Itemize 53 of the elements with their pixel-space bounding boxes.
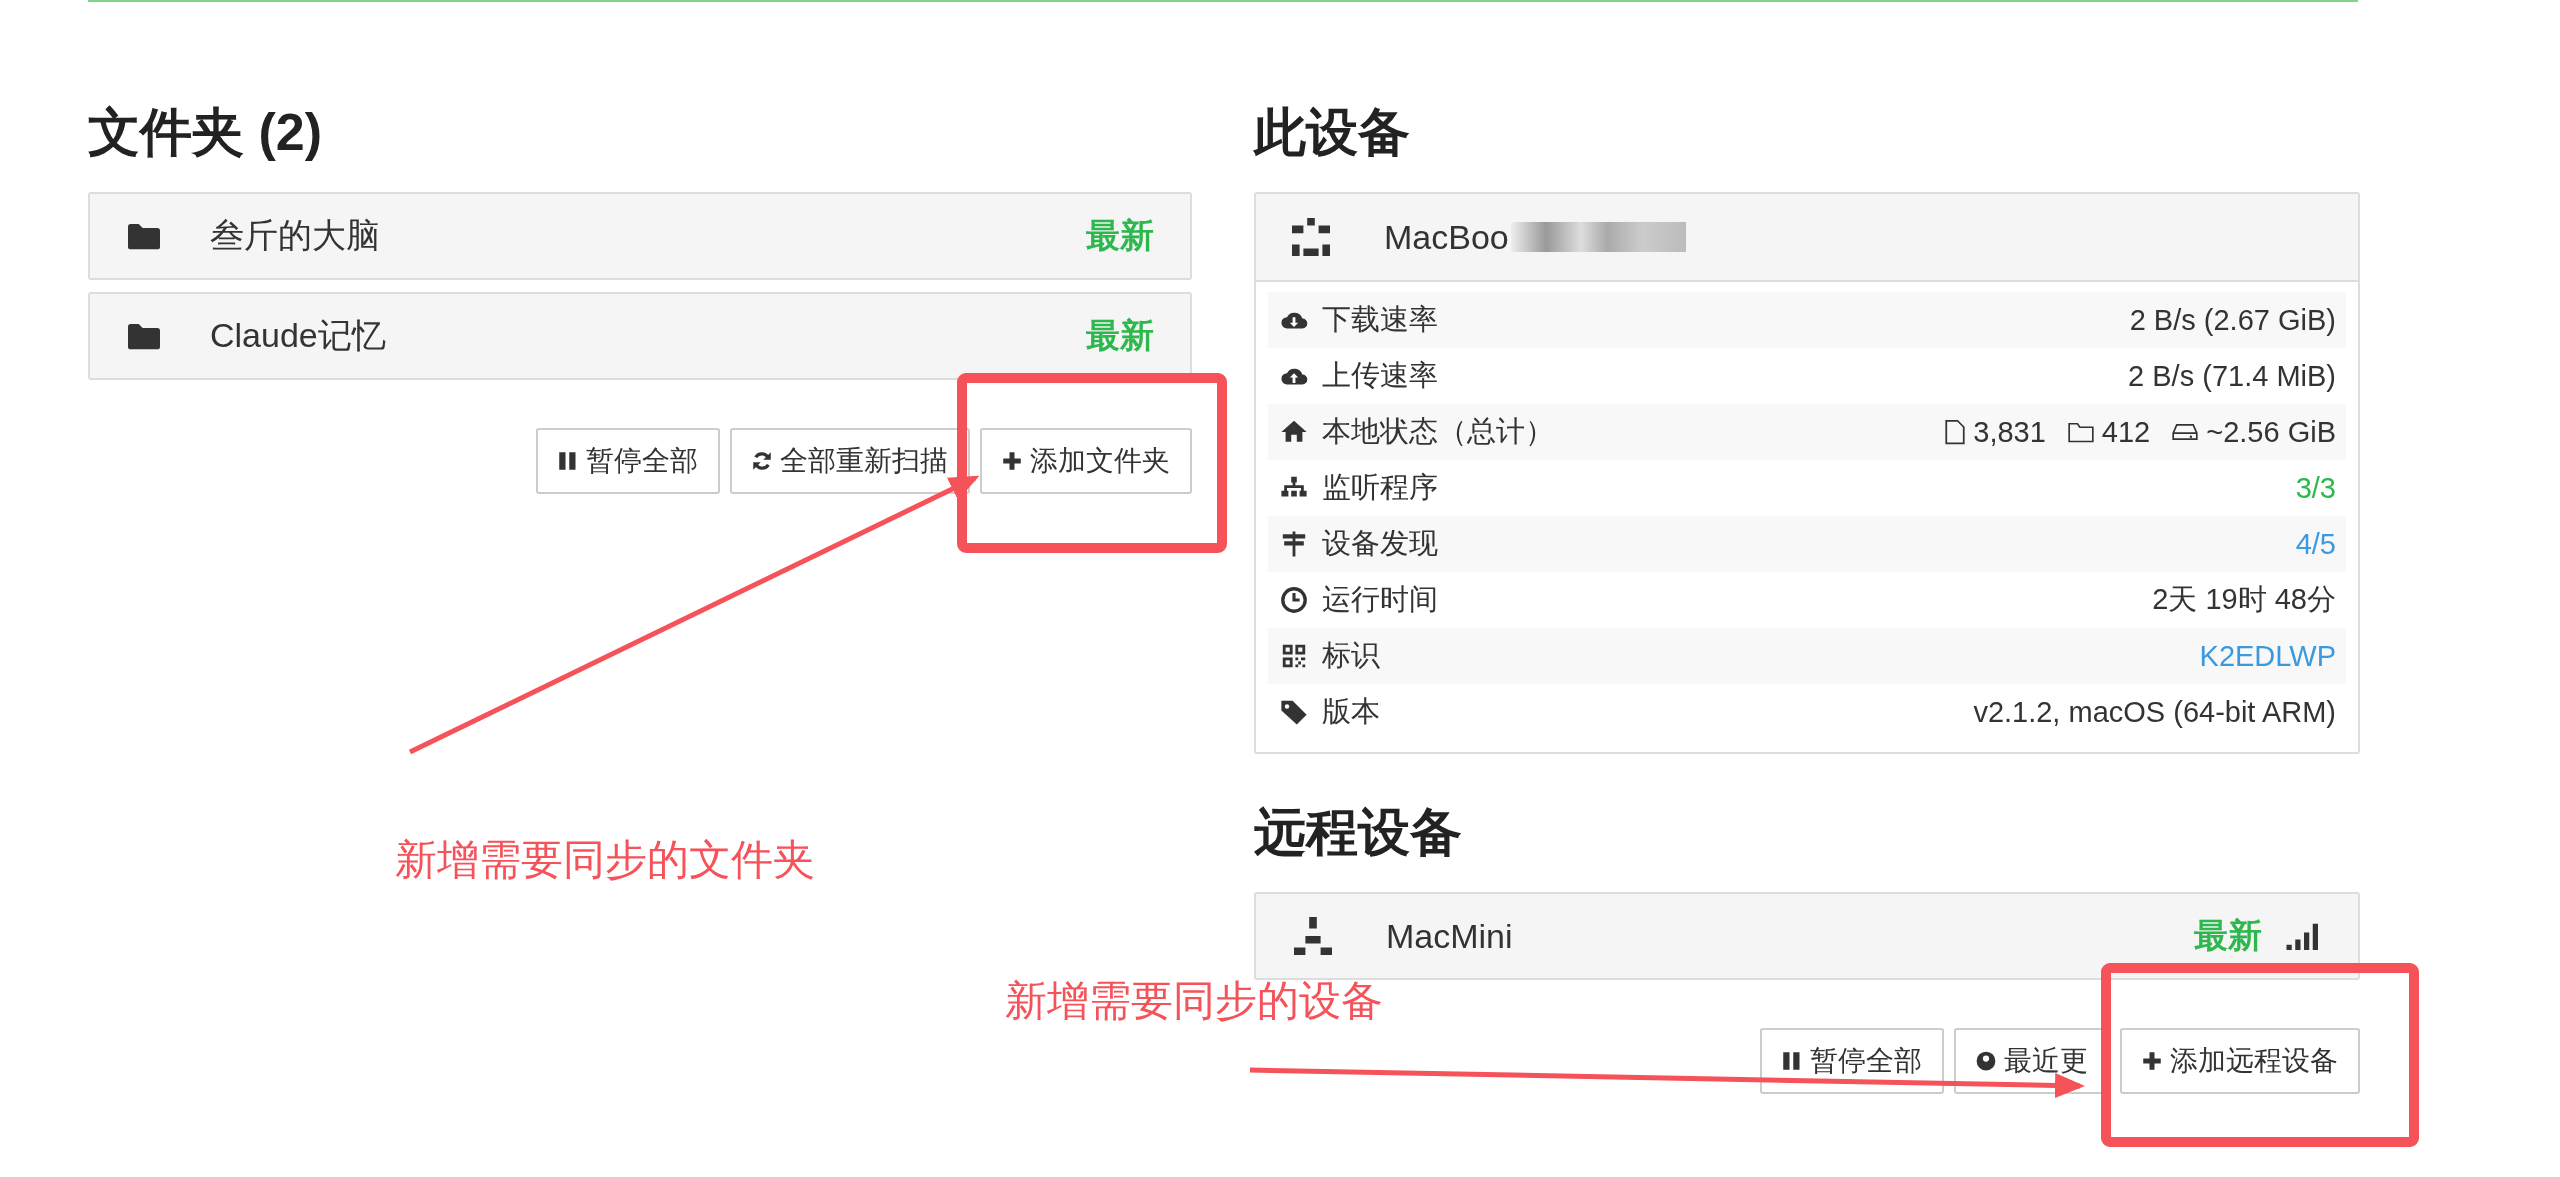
disk-size: ~2.56 GiB [2206,415,2336,449]
plus-icon [2142,1051,2162,1071]
device-name: MacMini [1386,916,1513,956]
device-header[interactable]: MacBoo [1256,194,2358,282]
section-heading: 文件夹 (2) [88,102,323,163]
stat-label: 运行时间 [1322,582,1438,617]
pause-icon [558,451,578,471]
folder-row[interactable]: 叁斤的大脑 最新 [88,192,1192,280]
device-name: MacBoo [1384,217,1509,257]
stat-value: 2 B/s (71.4 MiB) [2128,359,2336,393]
folder-name: Claude记忆 [210,315,386,356]
sync-status: 最新 [1086,215,1154,256]
qrcode-icon [1280,642,1308,670]
refresh-icon [752,451,772,471]
stat-label: 标识 [1322,638,1380,673]
action-button[interactable]: 暂停全部 [536,428,720,494]
stat-value: 4/5 [2295,527,2336,561]
folder-count: 412 [2101,415,2151,449]
clock-icon [1280,586,1308,614]
user-icon [1976,1051,1996,1071]
sync-status: 最新 [1086,315,1154,356]
signpost-icon [1280,530,1308,558]
folder-icon [128,222,160,250]
stat-value: 2天 19时 48分 [2152,582,2336,617]
folder-icon [128,322,160,350]
stat-label: 版本 [1322,694,1380,729]
stat-label: 上传速率 [1322,358,1438,393]
section-heading: 远程设备 [1254,802,1463,863]
stat-label: 监听程序 [1322,470,1438,505]
folder-name: 叁斤的大脑 [210,215,380,256]
file-count: 3,831 [1973,415,2046,449]
sync-status: 最新 [2194,915,2262,956]
identicon-icon [1294,917,1332,955]
stat-value: 3/3 [2295,471,2336,505]
action-button[interactable]: 添加文件夹 [980,428,1192,494]
file-icon [1945,418,1966,446]
action-button[interactable]: 全部重新扫描 [730,428,970,494]
pause-icon [1782,1051,1802,1071]
stat-label: 下载速率 [1322,302,1438,337]
action-button[interactable]: 暂停全部 [1760,1028,1944,1094]
tag-icon [1280,698,1308,726]
stat-label: 设备发现 [1322,526,1438,561]
stat-value: K2EDLWP [2199,639,2336,673]
stat-value: v2.1.2, macOS (64-bit ARM) [1973,695,2336,729]
section-heading: 此设备 [1254,102,1411,163]
plus-icon [1002,451,1022,471]
remote-device-row[interactable]: MacMini 最新 [1254,892,2360,980]
annotation-text: 新增需要同步的文件夹 [395,835,815,885]
stat-value: 2 B/s (2.67 GiB) [2129,303,2336,337]
stat-label: 本地状态（总计） [1322,414,1554,449]
identicon-icon [1292,218,1330,256]
folder-row[interactable]: Claude记忆 最新 [88,292,1192,380]
action-button[interactable]: 添加远程设备 [2120,1028,2360,1094]
